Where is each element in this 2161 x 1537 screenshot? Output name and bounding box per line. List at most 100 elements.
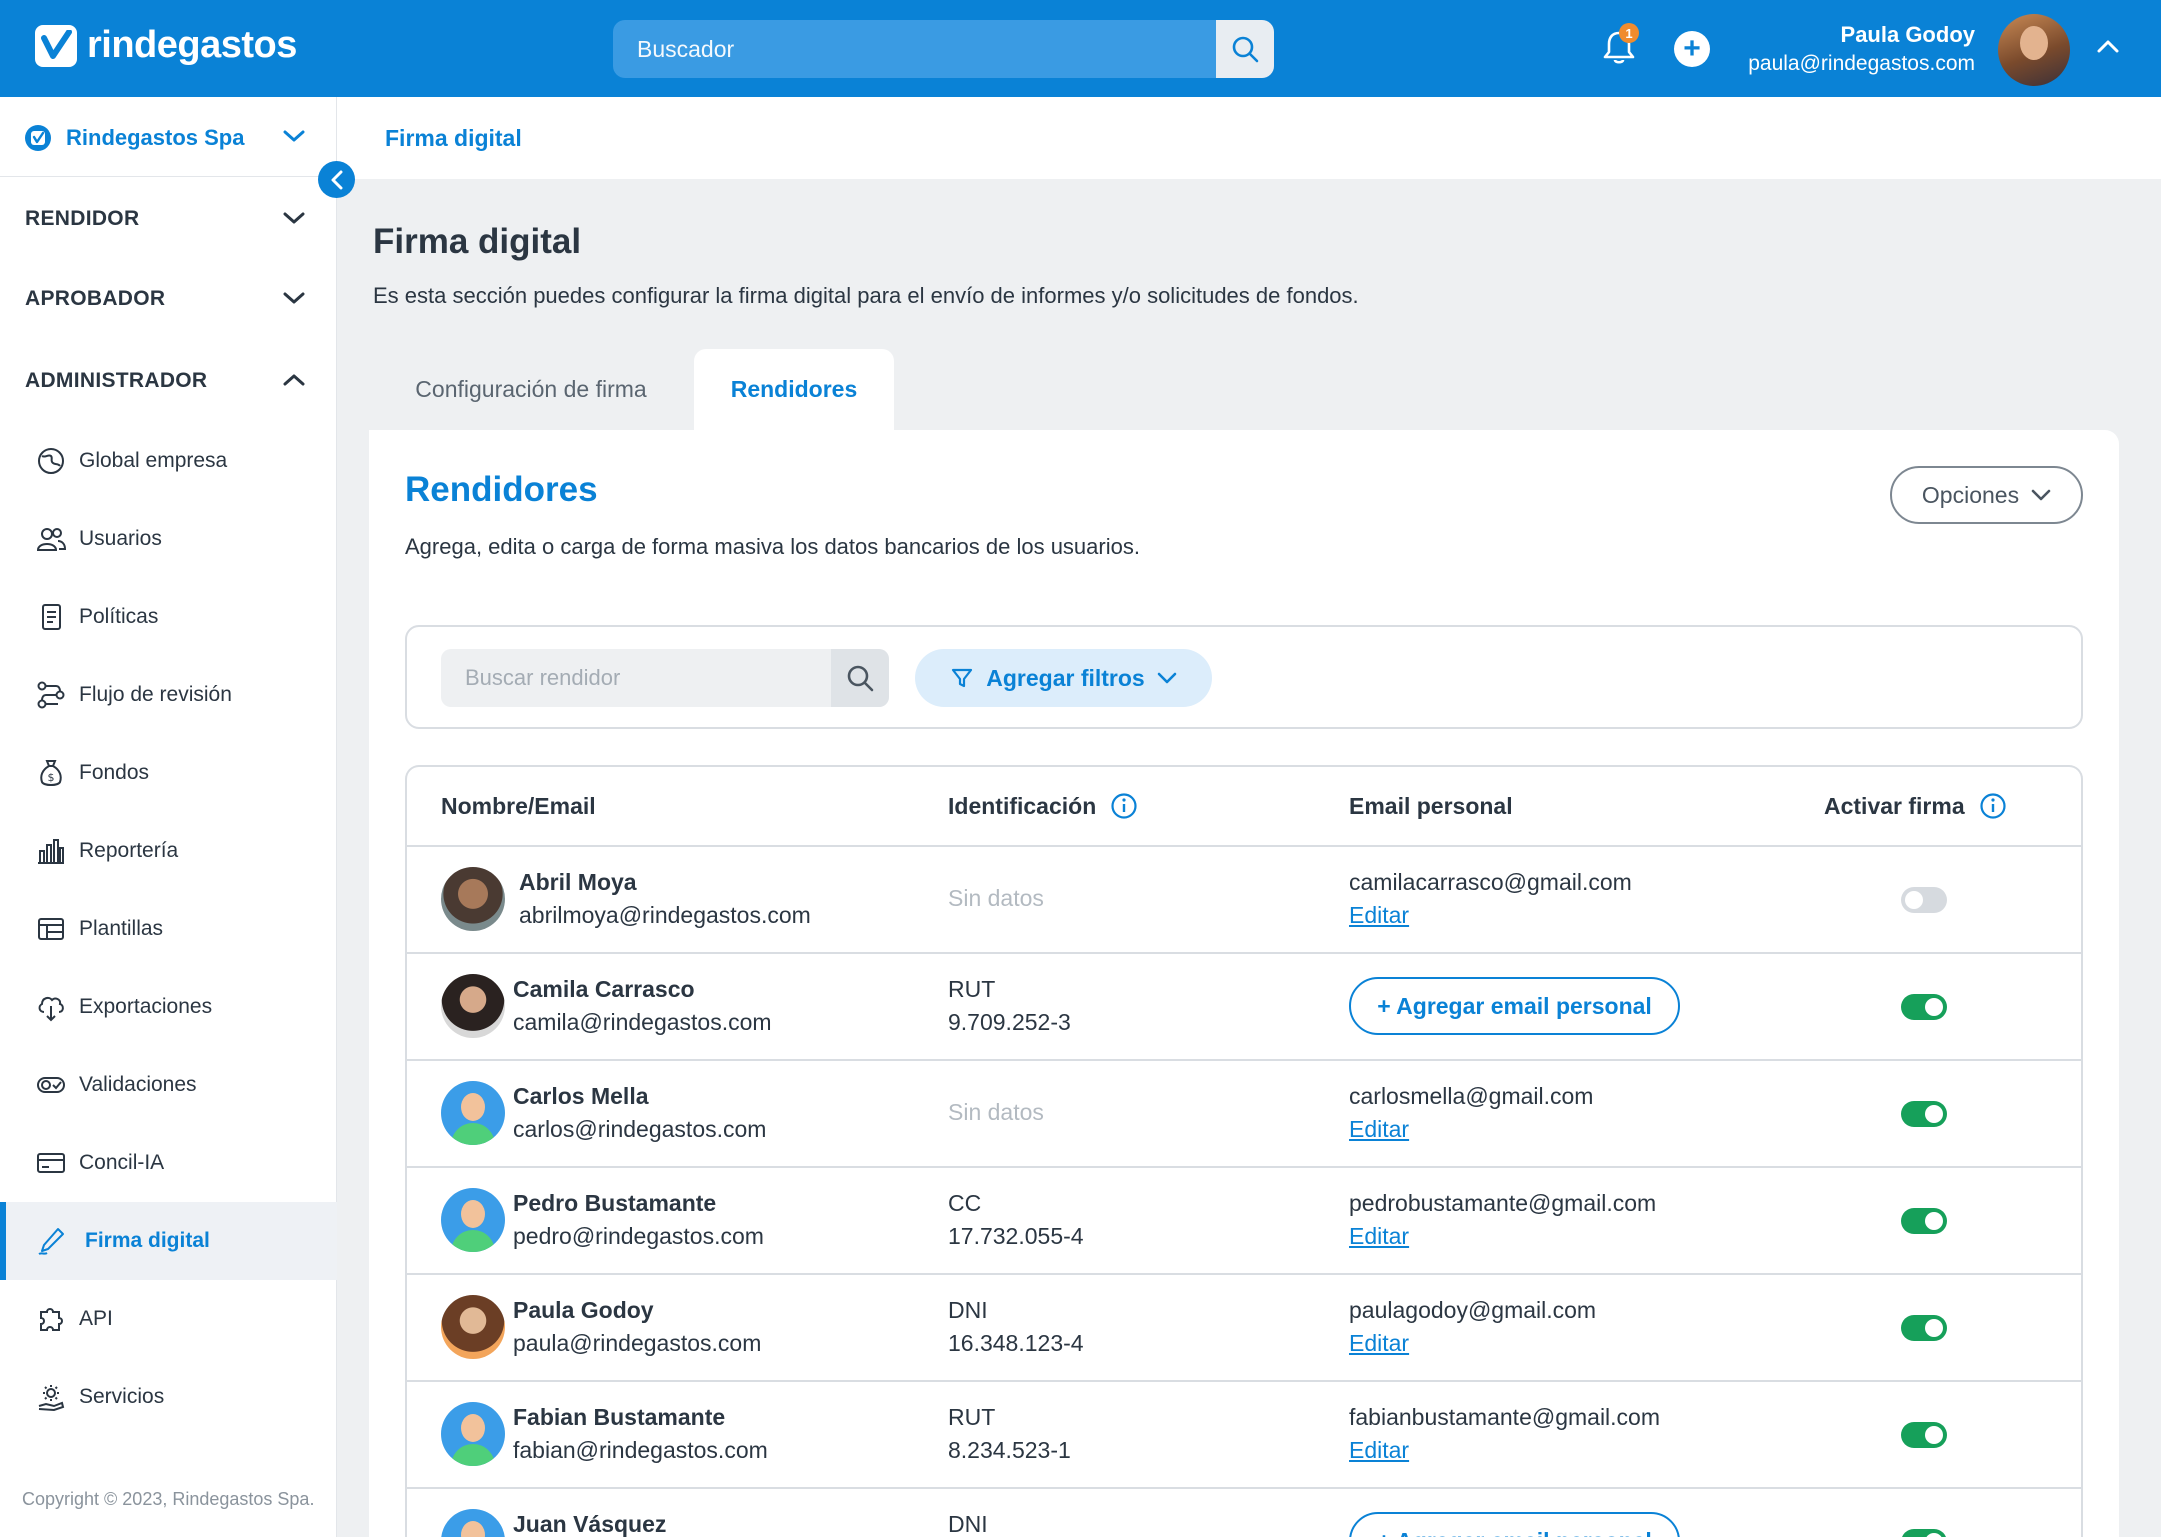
pen-icon — [38, 1228, 64, 1255]
chevron-down-icon[interactable] — [283, 211, 305, 225]
table-row: Carlos Mella carlos@rindegastos.com Sin … — [407, 1061, 2081, 1166]
avatar — [441, 1509, 505, 1537]
signature-toggle[interactable] — [1901, 1101, 1947, 1127]
signature-toggle[interactable] — [1901, 1208, 1947, 1234]
notifications-button[interactable]: 1 — [1602, 23, 1639, 71]
money-bag-icon: $ — [40, 760, 62, 786]
avatar — [441, 1402, 505, 1466]
sidebar-item-global-empresa[interactable]: Global empresa — [0, 422, 337, 500]
user-avatar[interactable] — [1998, 14, 2070, 86]
edit-personal-email-link[interactable]: Editar — [1349, 1437, 1409, 1464]
add-filters-button[interactable]: Agregar filtros — [915, 649, 1212, 707]
add-personal-email-button[interactable]: + Agregar email personal — [1349, 1512, 1680, 1537]
globe-icon — [38, 448, 64, 474]
edit-personal-email-link[interactable]: Editar — [1349, 1116, 1409, 1143]
sidebar: Rindegastos Spa RENDIDOR APROBADOR ADMIN… — [0, 97, 337, 1537]
rendidor-name: Camila Carrasco — [513, 976, 695, 1002]
card-icon — [37, 1153, 65, 1173]
bar-chart-icon — [38, 839, 64, 864]
breadcrumb-item[interactable]: Firma digital — [385, 125, 522, 152]
identification-type: DNI — [948, 1297, 988, 1323]
edit-personal-email-link[interactable]: Editar — [1349, 902, 1409, 929]
rendidor-name: Juan Vásquez — [513, 1511, 667, 1537]
column-header-nombre: Nombre/Email — [441, 767, 596, 845]
collapse-sidebar-button[interactable] — [318, 161, 355, 198]
sidebar-item-exportaciones[interactable]: Exportaciones — [0, 968, 337, 1046]
signature-toggle[interactable] — [1901, 1422, 1947, 1448]
global-search-input[interactable]: Buscador — [637, 36, 734, 63]
sidebar-item-reporteria[interactable]: Reportería — [0, 812, 337, 890]
edit-personal-email-link[interactable]: Editar — [1349, 1223, 1409, 1250]
sidebar-item-plantillas[interactable]: Plantillas — [0, 890, 337, 968]
table-row: Paula Godoy paula@rindegastos.com DNI 16… — [407, 1275, 2081, 1380]
sidebar-item-label: Exportaciones — [79, 995, 213, 1018]
gear-hand-icon — [38, 1385, 65, 1412]
personal-email: carlosmella@gmail.com — [1349, 1083, 1594, 1109]
add-personal-email-button[interactable]: + Agregar email personal — [1349, 977, 1680, 1035]
sidebar-item-label: Políticas — [79, 605, 159, 628]
info-icon[interactable] — [1979, 792, 2007, 820]
sidebar-item-firma-digital[interactable]: Firma digital — [0, 1202, 337, 1280]
add-button[interactable]: + — [1674, 31, 1710, 67]
brand-name: rindegastos — [87, 24, 297, 66]
rendidor-search-input[interactable]: Buscar rendidor — [465, 665, 620, 691]
chevron-up-icon[interactable] — [2096, 38, 2120, 54]
sidebar-item-servicios[interactable]: Servicios — [0, 1358, 337, 1436]
sidebar-item-label: Reportería — [79, 839, 179, 862]
tab-configuracion-firma[interactable]: Configuración de firma — [373, 349, 689, 430]
personal-email: pedrobustamante@gmail.com — [1349, 1190, 1657, 1216]
chevron-down-icon — [283, 130, 305, 142]
page-description: Es esta sección puedes configurar la fir… — [373, 283, 1359, 308]
identification-number: 17.732.055-4 — [948, 1223, 1084, 1249]
search-icon — [847, 665, 874, 692]
rendidor-email: fabian@rindegastos.com — [513, 1437, 768, 1463]
global-search[interactable]: Buscador — [613, 20, 1274, 78]
rendidor-name: Fabian Bustamante — [513, 1404, 726, 1430]
sidebar-item-concil-ia[interactable]: Concil-IA — [0, 1124, 337, 1202]
sidebar-item-label: Validaciones — [79, 1073, 197, 1096]
logo[interactable]: rindegastos — [35, 24, 297, 67]
info-icon[interactable] — [1110, 792, 1138, 820]
sidebar-item-label: Flujo de revisión — [79, 683, 232, 706]
sidebar-item-politicas[interactable]: Políticas — [0, 578, 337, 656]
rendidor-email: camila@rindegastos.com — [513, 1009, 772, 1035]
rendidor-search-button[interactable] — [831, 649, 889, 707]
sidebar-item-usuarios[interactable]: Usuarios — [0, 500, 337, 578]
table-row: Pedro Bustamante pedro@rindegastos.com C… — [407, 1168, 2081, 1273]
page-title: Firma digital — [373, 222, 582, 261]
sidebar-item-label: Global empresa — [79, 449, 228, 472]
section-aprobador[interactable]: APROBADOR — [25, 287, 165, 311]
add-filters-label: Agregar filtros — [986, 664, 1145, 691]
rendidores-card: Rendidores Agrega, edita o carga de form… — [369, 430, 2119, 1537]
sidebar-item-label: API — [79, 1307, 113, 1330]
signature-toggle[interactable] — [1901, 994, 1947, 1020]
validation-icon — [37, 1077, 65, 1093]
table-row: Juan Vásquez DNI + Agregar email persona… — [407, 1489, 2081, 1537]
company-selector[interactable]: Rindegastos Spa — [0, 97, 337, 177]
column-header-activar-firma: Activar firma — [1824, 767, 2007, 845]
options-dropdown[interactable]: Opciones — [1890, 466, 2083, 524]
search-button[interactable] — [1216, 20, 1274, 78]
column-header-label: Activar firma — [1824, 792, 1965, 819]
sidebar-item-fondos[interactable]: $ Fondos — [0, 734, 337, 812]
cloud-download-icon — [38, 996, 64, 1022]
rendidores-table: Nombre/Email Identificación Email person… — [405, 765, 2083, 1537]
rendidor-search[interactable]: Buscar rendidor — [441, 649, 889, 707]
signature-toggle[interactable] — [1901, 1529, 1947, 1537]
rendidor-email: carlos@rindegastos.com — [513, 1116, 767, 1142]
chevron-down-icon[interactable] — [283, 291, 305, 305]
chevron-down-icon — [2031, 489, 2051, 501]
tab-rendidores[interactable]: Rendidores — [694, 349, 894, 430]
table-row: Abril Moya abrilmoya@rindegastos.com Sin… — [407, 847, 2081, 952]
company-name: Rindegastos Spa — [66, 125, 245, 150]
signature-toggle[interactable] — [1901, 1315, 1947, 1341]
sidebar-item-validaciones[interactable]: Validaciones — [0, 1046, 337, 1124]
section-administrador[interactable]: ADMINISTRADOR — [25, 369, 207, 393]
sidebar-item-flujo-revision[interactable]: Flujo de revisión — [0, 656, 337, 734]
signature-toggle[interactable] — [1901, 887, 1947, 913]
chevron-up-icon[interactable] — [283, 373, 305, 387]
table-row: Fabian Bustamante fabian@rindegastos.com… — [407, 1382, 2081, 1487]
edit-personal-email-link[interactable]: Editar — [1349, 1330, 1409, 1357]
section-rendidor[interactable]: RENDIDOR — [25, 207, 139, 231]
sidebar-item-api[interactable]: API — [0, 1280, 337, 1358]
